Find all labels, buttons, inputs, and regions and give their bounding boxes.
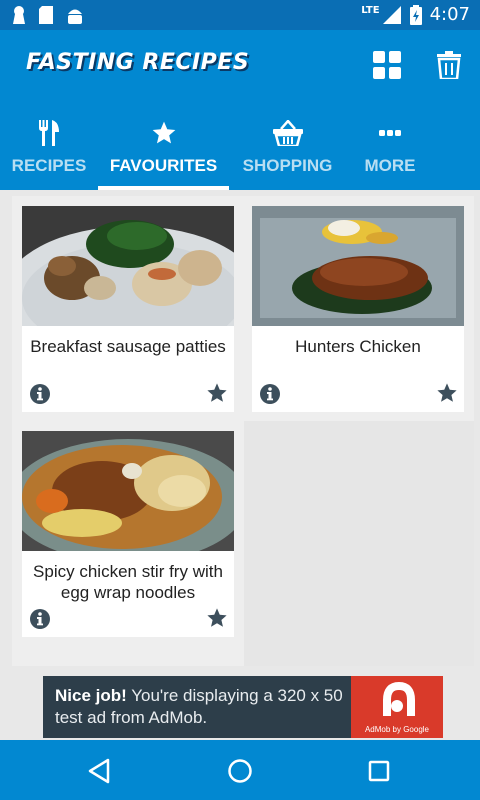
info-icon[interactable] xyxy=(30,384,50,404)
tab-shopping-label: SHOPPING xyxy=(242,156,333,175)
signal-icon xyxy=(382,5,401,24)
grid-view-button[interactable] xyxy=(372,50,402,80)
tab-favourites-label: FAVOURITES xyxy=(109,156,218,175)
grid-icon xyxy=(373,51,401,79)
recipe-photo xyxy=(252,206,464,326)
app-bar: Fasting Recipes RECIPES FAVOURITES xyxy=(0,30,480,190)
tab-recipes[interactable]: RECIPES xyxy=(0,110,98,190)
home-button[interactable] xyxy=(223,754,257,788)
recipe-photo xyxy=(22,431,234,551)
tab-more[interactable]: MORE xyxy=(346,110,434,190)
favourite-star-icon[interactable] xyxy=(206,382,228,404)
trash-icon xyxy=(437,51,461,79)
ad-text: Nice job! You're displaying a 320 x 50 t… xyxy=(55,685,351,729)
info-icon[interactable] xyxy=(260,384,280,404)
recipe-title: Hunters Chicken xyxy=(295,337,421,356)
active-tab-indicator xyxy=(98,186,229,190)
app-title: Fasting Recipes xyxy=(26,50,250,75)
fork-knife-icon xyxy=(39,120,59,146)
network-type: LTE xyxy=(361,5,380,16)
recipe-title: Spicy chicken stir fry with egg wrap noo… xyxy=(33,562,223,602)
back-triangle-icon xyxy=(88,758,110,784)
back-button[interactable] xyxy=(82,754,116,788)
tab-more-label: MORE xyxy=(364,156,416,175)
admob-logo: AdMob by Google xyxy=(351,676,443,738)
delete-button[interactable] xyxy=(434,50,464,80)
basket-icon xyxy=(272,120,303,146)
ad-headline: Nice job! xyxy=(55,686,127,705)
more-dots-icon xyxy=(379,130,401,136)
favourite-star-icon[interactable] xyxy=(206,607,228,629)
tab-bar: RECIPES FAVOURITES SHOPPING MORE xyxy=(0,110,480,190)
empty-slot xyxy=(244,421,474,666)
system-nav-bar xyxy=(0,740,480,800)
battery-icon xyxy=(409,4,422,25)
admob-logo-text: AdMob by Google xyxy=(364,725,430,734)
keyhole-icon xyxy=(13,6,25,24)
status-bar: LTE 4:07 xyxy=(0,0,480,30)
android-icon xyxy=(68,9,82,24)
home-circle-icon xyxy=(228,759,252,783)
sd-card-icon xyxy=(39,6,53,24)
recipe-photo xyxy=(22,206,234,326)
tab-shopping[interactable]: SHOPPING xyxy=(229,110,346,190)
recipe-title: Breakfast sausage patties xyxy=(30,337,226,356)
tab-recipes-label: RECIPES xyxy=(11,156,87,175)
ad-banner[interactable]: Nice job! You're displaying a 320 x 50 t… xyxy=(43,676,443,738)
clock: 4:07 xyxy=(429,4,470,25)
recipe-card[interactable]: Hunters Chicken xyxy=(252,206,464,412)
recipe-card[interactable]: Breakfast sausage patties xyxy=(22,206,234,412)
favourites-grid: Breakfast sausage patties Hunters Chicke… xyxy=(12,196,474,666)
recents-button[interactable] xyxy=(362,754,396,788)
recipe-card[interactable]: Spicy chicken stir fry with egg wrap noo… xyxy=(22,431,234,637)
tab-favourites[interactable]: FAVOURITES xyxy=(98,110,229,190)
recents-square-icon xyxy=(368,760,390,782)
info-icon[interactable] xyxy=(30,609,50,629)
favourite-star-icon[interactable] xyxy=(436,382,458,404)
star-icon xyxy=(152,121,175,144)
